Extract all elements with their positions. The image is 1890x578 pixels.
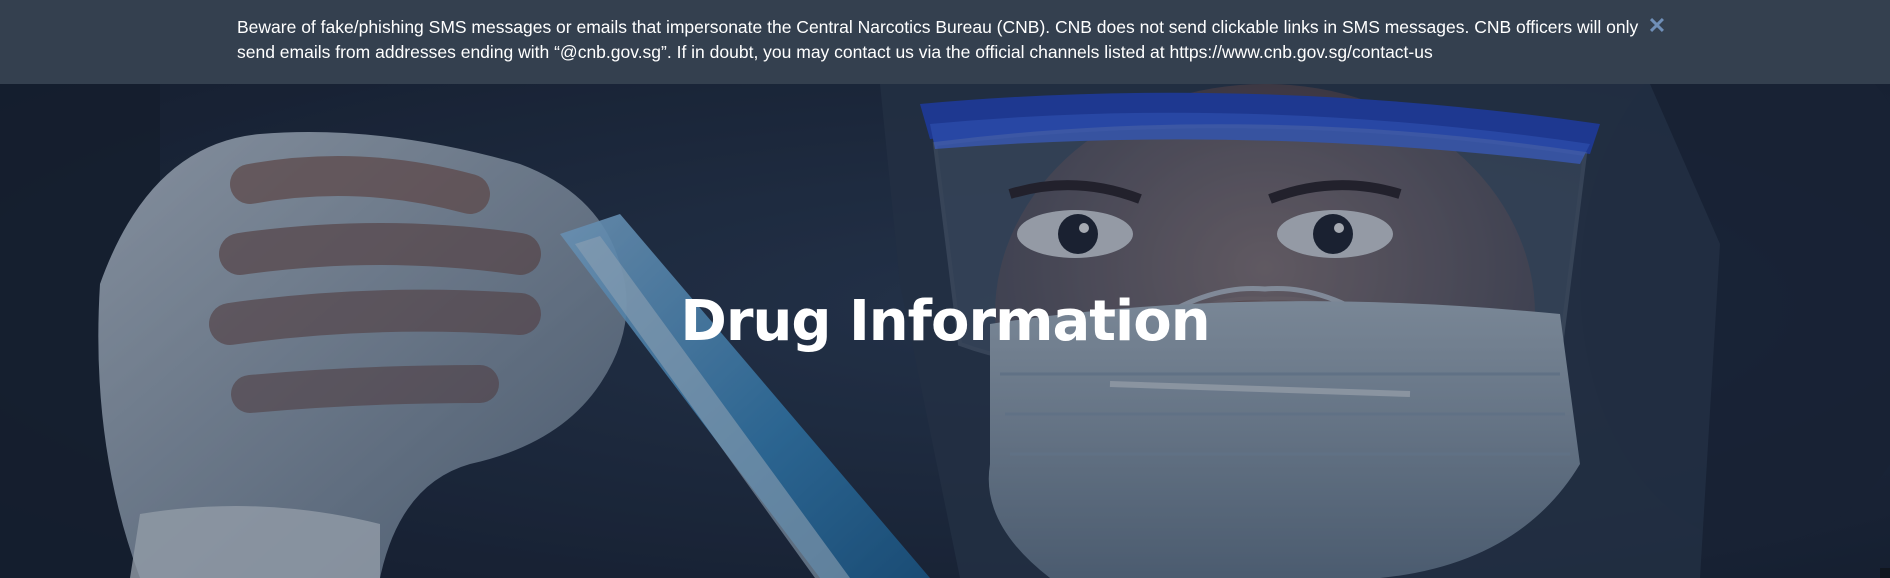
- phishing-alert-banner: Beware of fake/phishing SMS messages or …: [0, 0, 1890, 84]
- close-icon[interactable]: ✕: [1645, 14, 1669, 38]
- page-title: Drug Information: [680, 289, 1210, 354]
- hero-banner: Drug Information: [0, 84, 1890, 578]
- scrollbar-corner: [1880, 568, 1890, 578]
- alert-message: Beware of fake/phishing SMS messages or …: [237, 17, 1639, 62]
